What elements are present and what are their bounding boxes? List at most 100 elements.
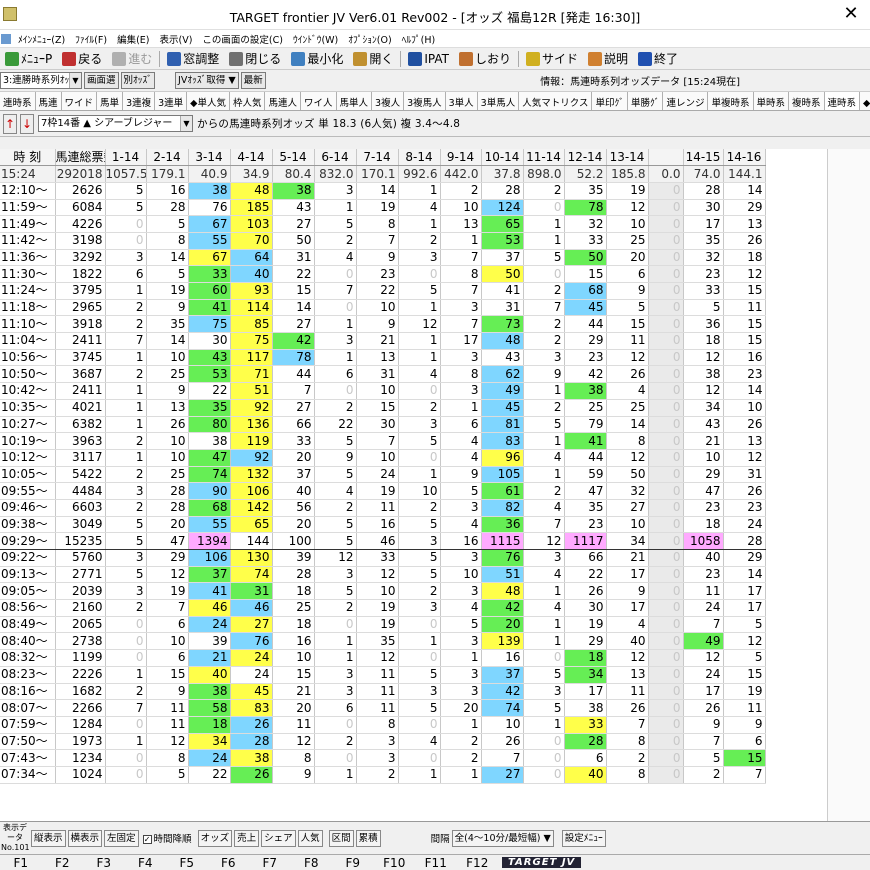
function-key-5[interactable]: F5 (166, 856, 208, 870)
mode-select[interactable]: 3:連勝時系列ｵｯｽﾞ ▼ (0, 72, 82, 89)
menu-item-6[interactable]: ｵﾌﾟｼｮﾝ(O) (343, 32, 396, 46)
column-header: 4-14 (230, 149, 273, 167)
tab-8[interactable]: 馬連人 (265, 92, 301, 110)
cell: 11 (356, 699, 399, 717)
settings-menu-button[interactable]: 設定ﾒﾆｭｰ (561, 829, 606, 847)
function-key-10[interactable]: F10 (374, 856, 416, 870)
menu-item-3[interactable]: 表示(V) (154, 32, 197, 46)
tab-11[interactable]: 3複人 (372, 92, 405, 110)
cumulative-button[interactable]: 累積 (355, 829, 381, 847)
cell: 19 (564, 616, 607, 634)
toolbar-button-8[interactable]: しおり (454, 49, 516, 69)
tab-20[interactable]: 単時系 (753, 92, 790, 110)
function-key-2[interactable]: F2 (42, 856, 84, 870)
tab-12[interactable]: 3複馬人 (404, 92, 446, 110)
function-key-7[interactable]: F7 (249, 856, 291, 870)
tab-9[interactable]: ワイ人 (301, 92, 337, 110)
toolbar-button-0[interactable]: ﾒﾆｭｰP (0, 49, 57, 69)
toolbar-button-10[interactable]: 説明 (583, 49, 633, 69)
toolbar-button-1[interactable]: 戻る (57, 49, 107, 69)
tab-5[interactable]: 3連単 (155, 92, 188, 110)
tab-15[interactable]: 人気マトリクス (519, 92, 593, 110)
toolbar-button-6[interactable]: 開く (348, 49, 398, 69)
jv-odds-fetch-button[interactable]: JVｵｯｽﾞ取得 ▼ (175, 72, 239, 89)
interval-select[interactable]: 全(4～10分/最短幅) ▼ (451, 829, 554, 847)
toolbar-button-11[interactable]: 終了 (633, 49, 683, 69)
cell: 92 (230, 449, 273, 467)
toolbar-button-3[interactable]: 窓調整 (162, 49, 224, 69)
tab-14[interactable]: 3単馬人 (477, 92, 520, 110)
function-key-1[interactable]: F1 (0, 856, 42, 870)
sales-button[interactable]: 売上 (234, 829, 260, 847)
tab-13[interactable]: 3単人 (445, 92, 478, 110)
cell: 32 (564, 215, 607, 233)
tab-21[interactable]: 複時系 (789, 92, 825, 110)
screen-select-button[interactable]: 画面選 (84, 72, 119, 89)
menu-item-1[interactable]: ﾌｧｲﾙ(F) (70, 32, 112, 46)
time-desc-checkbox[interactable]: ✓ 時間降順 (142, 831, 192, 845)
refresh-button[interactable]: 最新 (240, 72, 266, 89)
toolbar-button-7[interactable]: IPAT (403, 49, 454, 69)
function-key-11[interactable]: F11 (415, 856, 457, 870)
menu-item-0[interactable]: ﾒｲﾝﾒﾆｭｰ(Z) (13, 32, 70, 46)
function-key-6[interactable]: F6 (208, 856, 250, 870)
function-key-9[interactable]: F9 (332, 856, 374, 870)
cell: 47 (188, 449, 231, 467)
tab-7[interactable]: 枠人気 (229, 92, 266, 110)
function-key-12[interactable]: F12 (457, 856, 499, 870)
tab-22[interactable]: 連時系 (824, 92, 861, 110)
prev-horse-button[interactable]: ↑ (3, 113, 17, 134)
menu-item-4[interactable]: この画面の設定(C) (197, 32, 288, 46)
cell: 1284 (55, 716, 106, 734)
cell: 832.0 (314, 165, 357, 183)
other-odds-button[interactable]: 別ｵｯｽﾞ (120, 72, 156, 89)
cell: 47 (146, 532, 189, 550)
odds-button[interactable]: オッズ (197, 829, 233, 847)
cell: 0 (105, 749, 147, 767)
cell: 5760 (55, 549, 106, 567)
tab-18[interactable]: 連レンジ (663, 92, 709, 110)
tab-0[interactable]: 連時系 (0, 92, 36, 110)
menu-item-7[interactable]: ﾍﾙﾌﾟ(H) (397, 32, 441, 46)
toolbar-button-4[interactable]: 閉じる (224, 49, 286, 69)
function-key-8[interactable]: F8 (291, 856, 333, 870)
tab-23[interactable]: ◆馬別 (860, 92, 870, 110)
cell: 106 (188, 549, 231, 567)
cell: 33 (683, 282, 724, 300)
share-button[interactable]: シェア (261, 829, 296, 847)
cell: 0 (648, 532, 684, 550)
cell: 6603 (55, 499, 106, 517)
tab-19[interactable]: 単複時系 (708, 92, 754, 110)
next-horse-button[interactable]: ↓ (20, 113, 34, 134)
tab-1[interactable]: 馬連 (35, 92, 62, 110)
tab-4[interactable]: 3連複 (123, 92, 156, 110)
tab-10[interactable]: 馬単人 (336, 92, 373, 110)
cell: 18 (272, 582, 315, 601)
cell: 8 (146, 232, 189, 250)
horizontal-view-button[interactable]: 横表示 (67, 829, 103, 847)
horse-select[interactable]: 7枠14番 ▲ シアーブレジャー ▼ (38, 115, 193, 132)
toolbar-button-5[interactable]: 最小化 (286, 49, 348, 69)
vertical-scrollbar[interactable] (827, 149, 870, 821)
tab-3[interactable]: 馬単 (97, 92, 124, 110)
close-button[interactable]: ✕ (838, 2, 864, 26)
toolbar-button-9[interactable]: サイド (521, 49, 583, 69)
interval-button[interactable]: 区間 (328, 829, 354, 847)
tab-16[interactable]: 単印ｸﾞ (592, 92, 628, 110)
left-fix-button[interactable]: 左固定 (104, 829, 139, 847)
toolbar-label-2: 進む (128, 52, 153, 66)
tab-2[interactable]: ワイド (61, 92, 98, 110)
tab-6[interactable]: ◆単人気 (187, 92, 230, 110)
popularity-button[interactable]: 人気 (297, 829, 323, 847)
column-header: 14-15 (683, 149, 724, 167)
cell: 6 (606, 265, 649, 283)
cell: 24 (683, 599, 724, 617)
vertical-view-button[interactable]: 縦表示 (31, 829, 66, 847)
tab-17[interactable]: 単勝ｸﾞ (627, 92, 664, 110)
function-key-4[interactable]: F4 (125, 856, 167, 870)
table-row: 09:22～ 5760 3 29 106 130 39 12 33 5 3 76 3 66 21 0 40 29 (0, 549, 766, 567)
menu-item-2[interactable]: 編集(E) (112, 32, 154, 46)
cell: 11 (356, 499, 399, 517)
menu-item-5[interactable]: ｳｲﾝﾄﾞｳ(W) (288, 32, 343, 46)
function-key-3[interactable]: F3 (83, 856, 125, 870)
